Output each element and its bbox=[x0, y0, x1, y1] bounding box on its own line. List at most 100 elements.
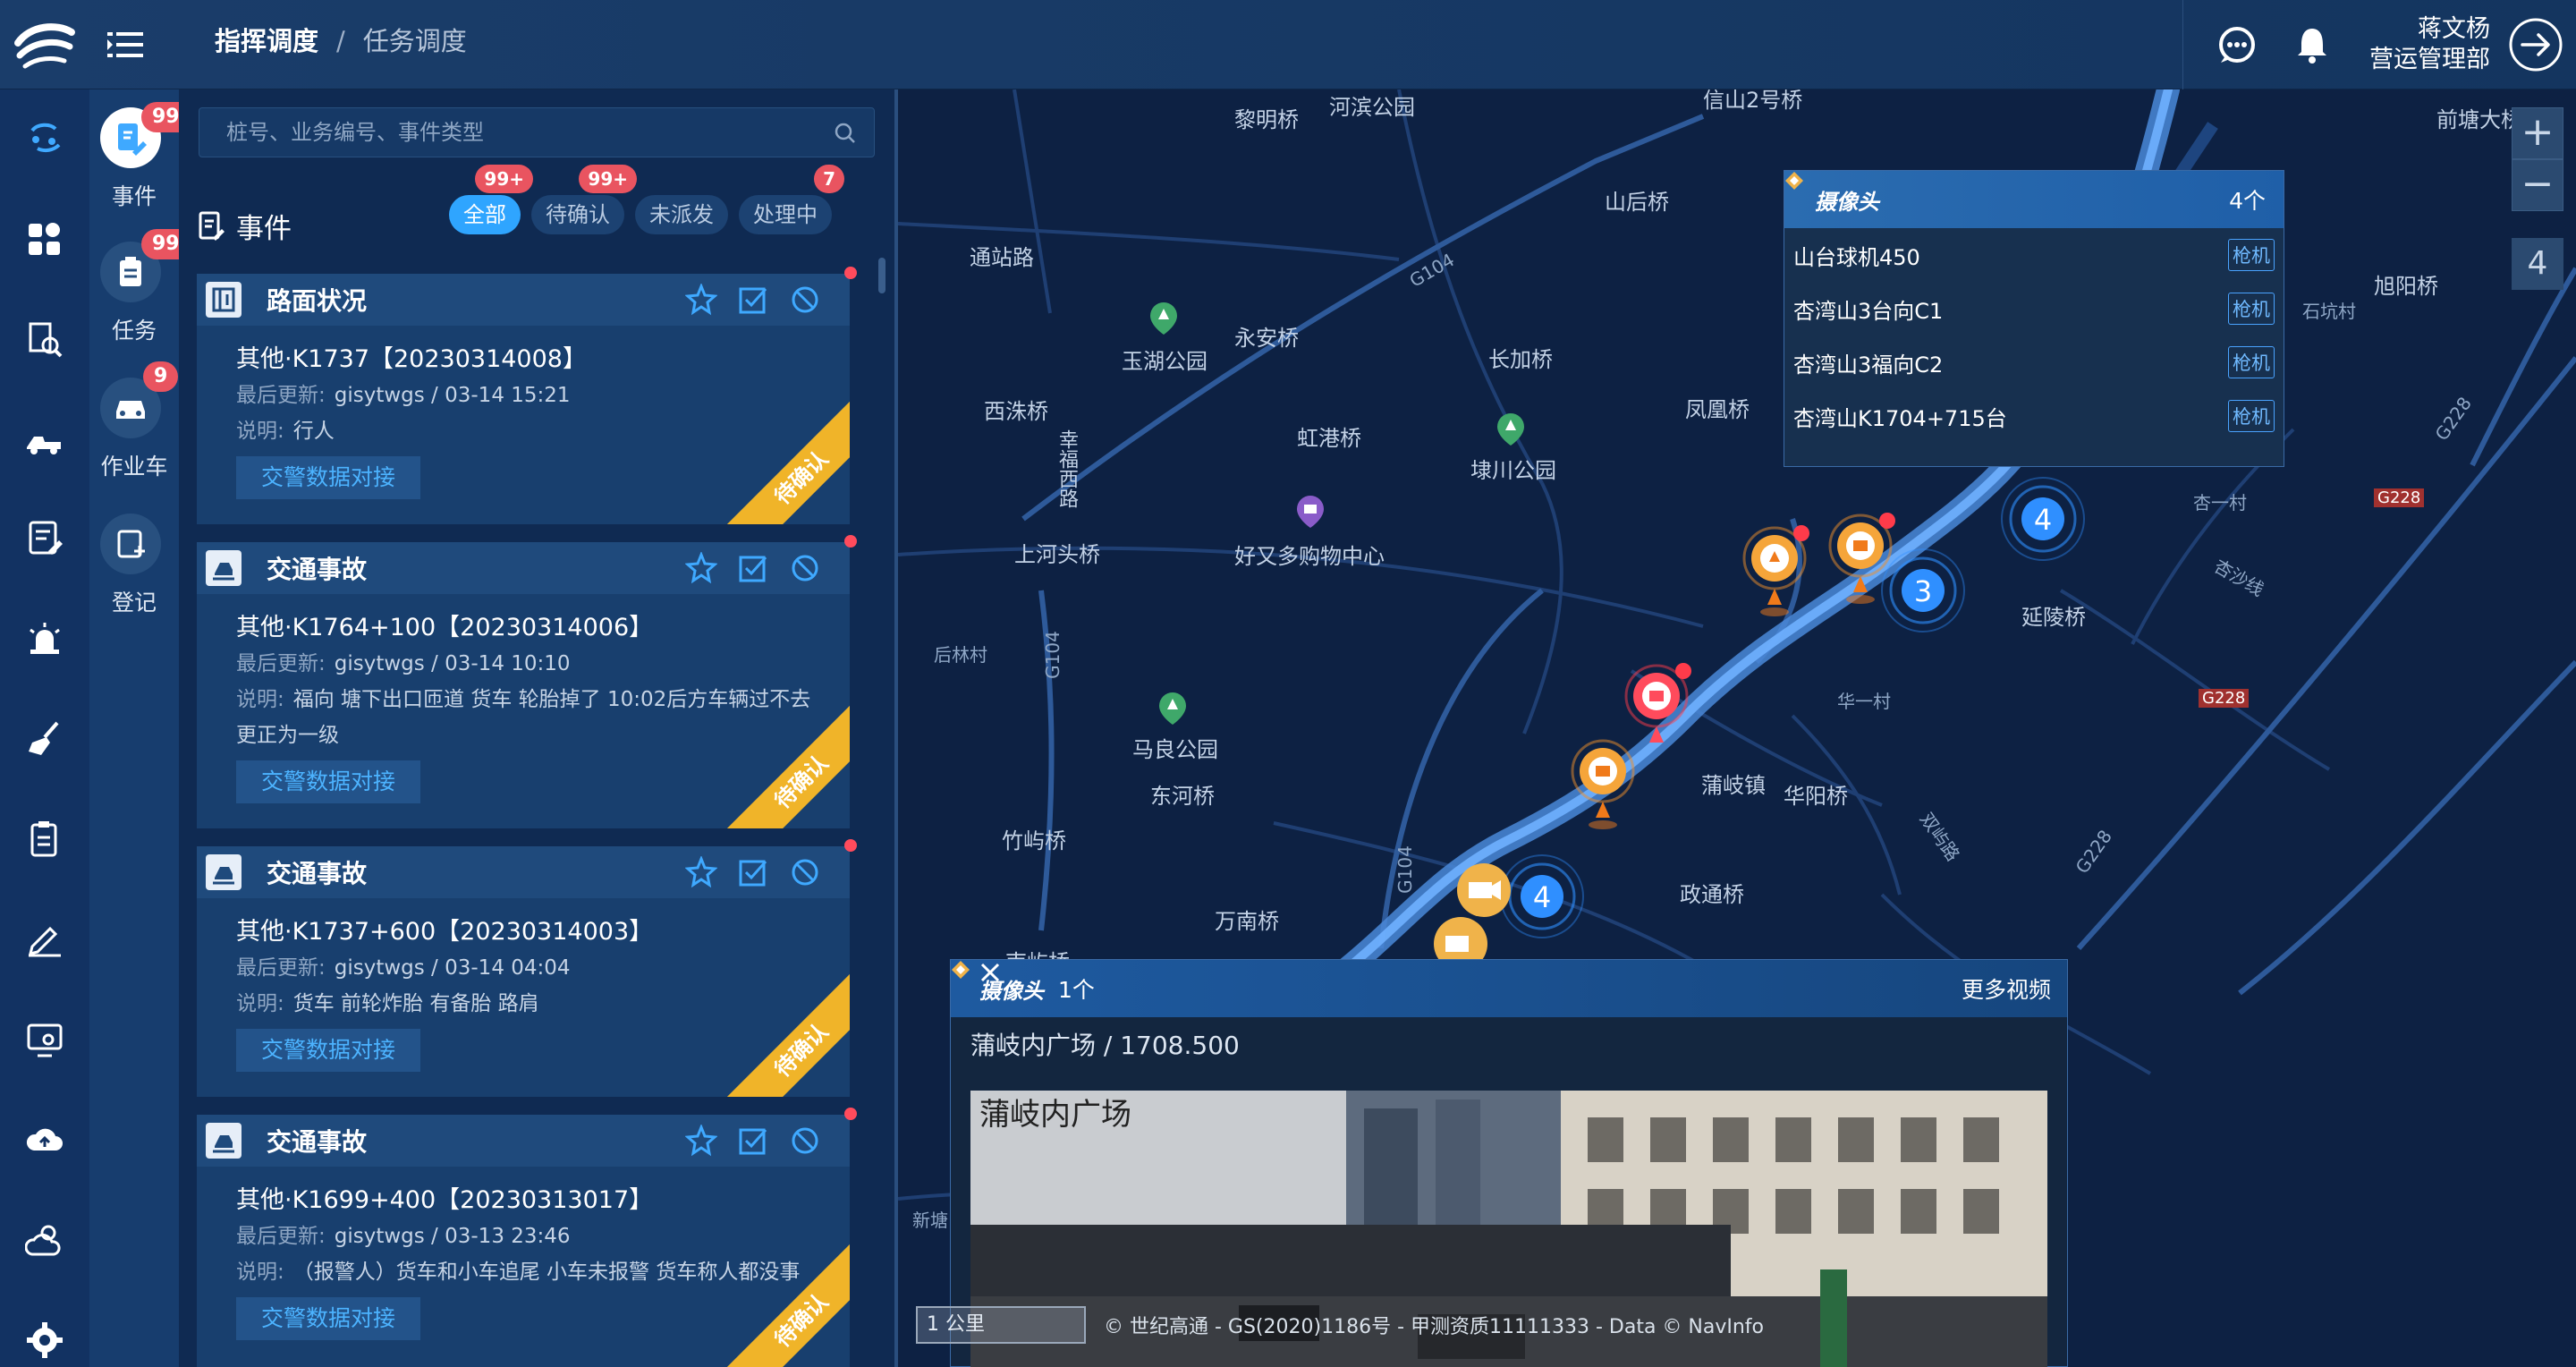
filter-badge: 99+ bbox=[475, 165, 533, 193]
clipboard-list-icon[interactable] bbox=[25, 819, 64, 859]
search-input[interactable] bbox=[199, 108, 808, 157]
police-data-button[interactable]: 交警数据对接 bbox=[236, 1029, 421, 1072]
unread-dot bbox=[844, 839, 857, 852]
confirm-check-icon[interactable] bbox=[737, 284, 769, 316]
traffic-accident-icon bbox=[206, 854, 242, 890]
inspect-search-icon[interactable] bbox=[25, 320, 64, 360]
breadcrumb-main[interactable]: 指挥调度 bbox=[215, 23, 318, 59]
event-card[interactable]: 交通事故 其他·K1699+400【20230313017】 最后更新: gisy… bbox=[197, 1115, 850, 1367]
star-icon[interactable] bbox=[684, 1123, 718, 1157]
dashboard-icon[interactable] bbox=[25, 220, 64, 259]
event-card[interactable]: 路面状况 其他·K1737【20230314008】 最后更新: gisytwgs… bbox=[197, 274, 850, 524]
map-view[interactable]: 黎明桥 河滨公园 信山2号桥 山后桥 前塘大桥 通站路 玉湖公园 永安桥 长加桥… bbox=[898, 89, 2576, 1367]
camera-cluster-marker[interactable]: 4 bbox=[1998, 474, 2088, 564]
work-vehicle-icon[interactable] bbox=[25, 420, 64, 460]
menu-toggle-icon[interactable] bbox=[106, 27, 145, 63]
event-card-header: 交通事故 bbox=[197, 542, 850, 594]
filter-processing[interactable]: 处理中 7 bbox=[739, 165, 844, 234]
filter-undispatched[interactable]: 未派发 bbox=[635, 195, 728, 234]
map-label: 上河头桥 bbox=[1014, 542, 1100, 567]
camera-popup-header: 摄像头 4个 bbox=[1784, 171, 2284, 228]
updated-value: gisytwgs / 03-14 15:21 bbox=[334, 384, 571, 407]
cluster-count: 3 bbox=[1914, 574, 1932, 608]
camera-type-tag: 枪机 bbox=[2228, 293, 2275, 325]
confirm-check-icon[interactable] bbox=[737, 1125, 769, 1157]
zoom-in-button[interactable]: + bbox=[2512, 107, 2563, 159]
confirm-check-icon[interactable] bbox=[737, 856, 769, 888]
desc-value: 行人 bbox=[292, 420, 335, 443]
event-card[interactable]: 交通事故 其他·K1737+600【20230314003】 最后更新: gisy… bbox=[197, 846, 850, 1097]
monitor-settings-icon[interactable] bbox=[25, 1020, 64, 1059]
subnav-item-event[interactable]: 事件 99+ bbox=[89, 102, 208, 224]
star-icon[interactable] bbox=[684, 854, 718, 888]
subnav-badge: 9 bbox=[143, 361, 179, 392]
user-department: 营运管理部 bbox=[2369, 46, 2490, 73]
cloud-upload-icon[interactable] bbox=[25, 1120, 64, 1159]
clean-broom-icon[interactable] bbox=[25, 719, 64, 759]
park-poi-icon[interactable] bbox=[1157, 691, 1188, 726]
event-card[interactable]: 交通事故 其他·K1764+100【20230314006】 最后更新: gisy… bbox=[197, 542, 850, 828]
filter-pending[interactable]: 待确认 99+ bbox=[531, 165, 637, 234]
search-icon[interactable] bbox=[833, 121, 858, 146]
camera-list-item[interactable]: 山台球机450 枪机 bbox=[1784, 228, 2284, 282]
list-scrollbar[interactable] bbox=[878, 258, 886, 293]
scale-bar: 1 公里 bbox=[916, 1306, 1086, 1344]
event-updated: 最后更新: gisytwgs / 03-13 23:46 bbox=[236, 1218, 850, 1254]
event-list-icon bbox=[199, 211, 225, 241]
event-type: 交通事故 bbox=[267, 859, 368, 888]
desc-label: 说明: bbox=[236, 688, 284, 711]
logo-icon[interactable] bbox=[13, 16, 77, 73]
chat-icon[interactable] bbox=[2216, 23, 2258, 66]
cancel-ban-icon[interactable] bbox=[789, 284, 821, 316]
camera-marker-icon[interactable] bbox=[1429, 913, 1492, 966]
desc-label: 说明: bbox=[236, 420, 284, 443]
alarm-icon[interactable] bbox=[25, 619, 64, 658]
cluster-count: 4 bbox=[2034, 503, 2052, 537]
park-poi-icon[interactable] bbox=[1148, 301, 1179, 336]
event-updated: 最后更新: gisytwgs / 03-14 10:10 bbox=[236, 646, 850, 682]
police-data-button[interactable]: 交警数据对接 bbox=[236, 456, 421, 499]
filter-label: 待确认 bbox=[546, 202, 610, 227]
event-actions bbox=[684, 550, 821, 584]
cancel-ban-icon[interactable] bbox=[789, 856, 821, 888]
settings-gear-icon[interactable] bbox=[25, 1320, 64, 1360]
camera-list-item[interactable]: 杏湾山K1704+715台 枪机 bbox=[1784, 389, 2284, 443]
camera-list-item[interactable]: 杏湾山3台向C1 枪机 bbox=[1784, 282, 2284, 335]
subnav-item-vehicle[interactable]: 作业车 9 bbox=[89, 361, 179, 494]
video-panel-count: 1个 bbox=[1058, 977, 1095, 1003]
police-data-button[interactable]: 交警数据对接 bbox=[236, 760, 421, 803]
event-marker-icon[interactable] bbox=[1742, 522, 1814, 621]
event-marker-icon[interactable] bbox=[1571, 735, 1642, 834]
subnav-item-register[interactable]: 登记 bbox=[89, 514, 179, 630]
event-title: 其他·K1737【20230314008】 bbox=[236, 345, 587, 373]
pencil-icon[interactable] bbox=[25, 920, 64, 959]
map-label: 信山2号桥 bbox=[1703, 89, 1803, 113]
map-label: 河滨公园 bbox=[1329, 95, 1415, 120]
event-marker-icon[interactable] bbox=[1828, 510, 1900, 608]
dispatch-icon[interactable] bbox=[25, 118, 64, 157]
cancel-ban-icon[interactable] bbox=[789, 552, 821, 584]
unread-dot bbox=[844, 1108, 857, 1120]
star-icon[interactable] bbox=[684, 550, 718, 584]
breadcrumb: 指挥调度 / 任务调度 bbox=[215, 23, 467, 59]
filter-all[interactable]: 全部 99+ bbox=[449, 165, 533, 234]
zoom-out-button[interactable]: − bbox=[2512, 159, 2563, 211]
user-info[interactable]: 蒋文杨 营运管理部 bbox=[2369, 14, 2490, 75]
form-edit-icon[interactable] bbox=[25, 519, 64, 558]
police-data-button[interactable]: 交警数据对接 bbox=[236, 1297, 421, 1340]
updated-label: 最后更新: bbox=[236, 1225, 326, 1248]
close-icon[interactable] bbox=[978, 960, 1003, 985]
cancel-ban-icon[interactable] bbox=[789, 1125, 821, 1157]
shopping-poi-icon[interactable] bbox=[1295, 494, 1326, 530]
confirm-check-icon[interactable] bbox=[737, 552, 769, 584]
bell-icon[interactable] bbox=[2291, 23, 2334, 66]
camera-list-item[interactable]: 杏湾山3福向C2 枪机 bbox=[1784, 335, 2284, 389]
star-icon[interactable] bbox=[684, 282, 718, 316]
more-videos-link[interactable]: 更多视频 bbox=[1962, 972, 2051, 1005]
weather-icon[interactable] bbox=[25, 1220, 64, 1260]
logout-arrow-icon[interactable] bbox=[2508, 17, 2563, 72]
traffic-accident-icon bbox=[206, 1123, 242, 1159]
map-label: 西洙桥 bbox=[984, 399, 1048, 424]
subnav-item-task[interactable]: 任务 99+ bbox=[89, 229, 208, 358]
park-poi-icon[interactable] bbox=[1496, 412, 1526, 447]
